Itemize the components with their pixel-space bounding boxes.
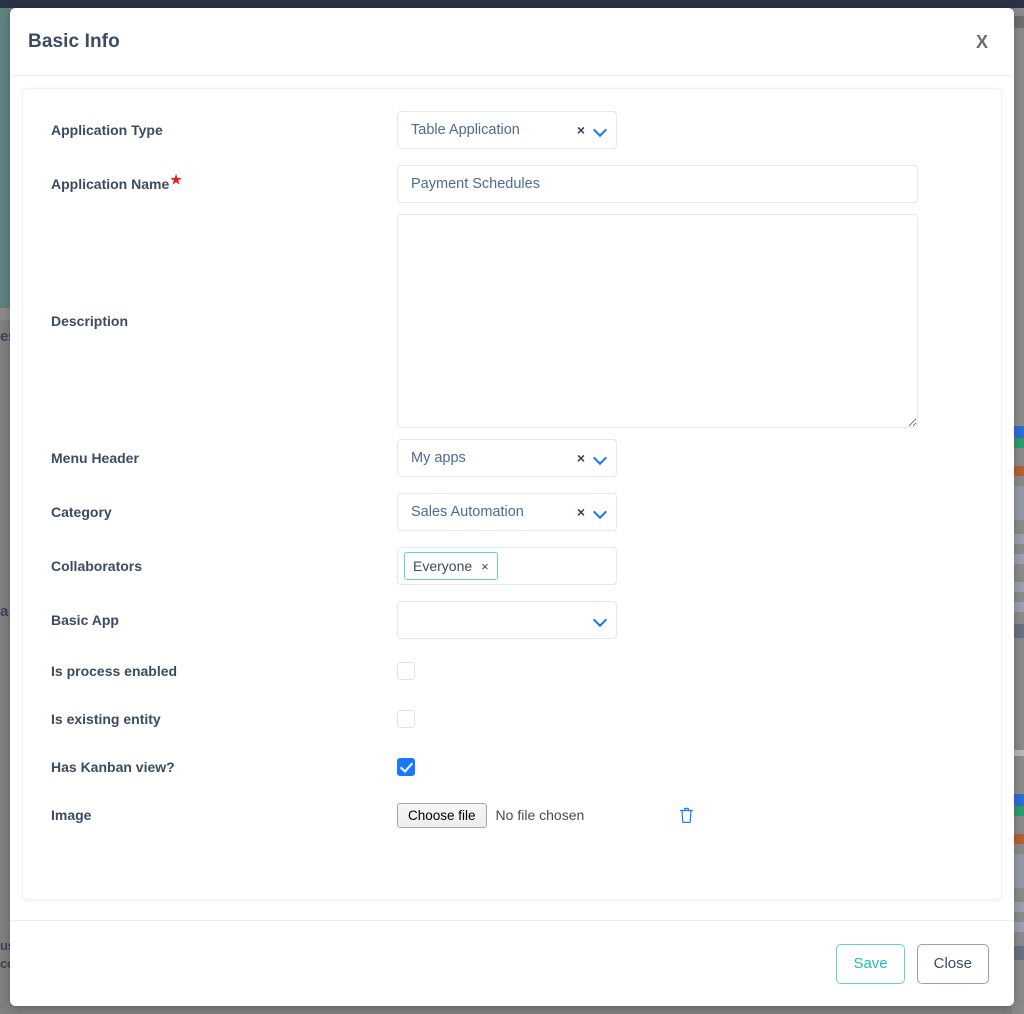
required-asterisk-icon: ★ <box>170 172 182 188</box>
field-basic-app <box>397 601 979 639</box>
backdrop-top-bar <box>0 0 1024 8</box>
label-application-name-text: Application Name <box>51 176 169 192</box>
application-type-clear-icon[interactable]: × <box>577 123 585 137</box>
category-value: Sales Automation <box>411 504 577 520</box>
collaborator-chip[interactable]: Everyone × <box>404 552 498 580</box>
label-collaborators: Collaborators <box>45 558 397 574</box>
row-application-name: Application Name ★ <box>45 157 979 211</box>
label-category: Category <box>45 504 397 520</box>
form-card: Application Type Table Application × App… <box>22 88 1002 900</box>
row-description: Description <box>45 211 979 431</box>
label-application-name: Application Name ★ <box>45 176 397 192</box>
chevron-down-icon[interactable] <box>594 452 606 464</box>
description-textarea[interactable] <box>397 214 918 428</box>
is-existing-entity-checkbox[interactable] <box>397 710 415 728</box>
collaborators-multiselect[interactable]: Everyone × <box>397 547 617 585</box>
category-select[interactable]: Sales Automation × <box>397 493 617 531</box>
label-application-type: Application Type <box>45 122 397 138</box>
field-is-existing-entity <box>397 710 979 728</box>
modal-body: Application Type Table Application × App… <box>10 76 1014 920</box>
label-basic-app: Basic App <box>45 612 397 628</box>
backdrop-ghost-text-2: a <box>0 603 10 620</box>
label-description: Description <box>45 313 397 329</box>
collaborator-chip-label: Everyone <box>413 558 472 574</box>
row-menu-header: Menu Header My apps × <box>45 431 979 485</box>
menu-header-clear-icon[interactable]: × <box>577 451 585 465</box>
application-name-input[interactable] <box>397 165 918 203</box>
field-category: Sales Automation × <box>397 493 979 531</box>
row-is-existing-entity: Is existing entity <box>45 695 979 743</box>
field-application-name <box>397 165 979 203</box>
application-type-value: Table Application <box>411 122 577 138</box>
label-image: Image <box>45 807 397 823</box>
field-is-process-enabled <box>397 662 979 680</box>
chevron-down-icon[interactable] <box>594 506 606 518</box>
modal-footer: Save Close <box>10 920 1014 1006</box>
choose-file-button[interactable]: Choose file <box>397 803 487 828</box>
page-title: Basic Info <box>28 31 120 53</box>
menu-header-select[interactable]: My apps × <box>397 439 617 477</box>
label-has-kanban-view: Has Kanban view? <box>45 759 397 775</box>
modal-header: Basic Info X <box>10 8 1014 76</box>
field-image: Choose file No file chosen <box>397 803 979 828</box>
chevron-down-icon[interactable] <box>594 124 606 136</box>
row-image: Image Choose file No file chosen <box>45 791 979 839</box>
save-button[interactable]: Save <box>836 944 904 984</box>
close-button[interactable]: Close <box>917 944 989 984</box>
is-process-enabled-checkbox[interactable] <box>397 662 415 680</box>
close-icon[interactable]: X <box>970 29 994 55</box>
row-category: Category Sales Automation × <box>45 485 979 539</box>
basic-info-modal: Basic Info X Application Type Table Appl… <box>10 8 1014 1006</box>
menu-header-value: My apps <box>411 450 577 466</box>
label-is-existing-entity: Is existing entity <box>45 711 397 727</box>
has-kanban-view-checkbox[interactable] <box>397 758 415 776</box>
collaborator-chip-remove-icon[interactable]: × <box>481 560 489 573</box>
label-is-process-enabled: Is process enabled <box>45 663 397 679</box>
field-collaborators: Everyone × <box>397 547 979 585</box>
category-clear-icon[interactable]: × <box>577 505 585 519</box>
row-application-type: Application Type Table Application × <box>45 103 979 157</box>
field-menu-header: My apps × <box>397 439 979 477</box>
delete-image-trash-icon[interactable] <box>679 807 694 824</box>
file-status-text: No file chosen <box>496 807 585 823</box>
row-basic-app: Basic App <box>45 593 979 647</box>
chevron-down-icon[interactable] <box>594 614 606 626</box>
application-type-select[interactable]: Table Application × <box>397 111 617 149</box>
row-is-process-enabled: Is process enabled <box>45 647 979 695</box>
row-has-kanban-view: Has Kanban view? <box>45 743 979 791</box>
field-description <box>397 214 979 428</box>
row-collaborators: Collaborators Everyone × <box>45 539 979 593</box>
field-application-type: Table Application × <box>397 111 979 149</box>
basic-app-select[interactable] <box>397 601 617 639</box>
label-menu-header: Menu Header <box>45 450 397 466</box>
field-has-kanban-view <box>397 758 979 776</box>
